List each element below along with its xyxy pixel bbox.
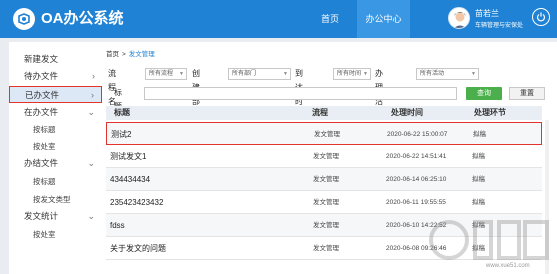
user-avatar[interactable]	[448, 7, 470, 29]
row-step: 拟稿	[472, 176, 485, 183]
table-row[interactable]: 测试2 发文管理 2020-06-22 15:00:07 拟稿	[106, 122, 542, 145]
row-step: 拟稿	[473, 131, 486, 138]
row-flow: 发文管理	[313, 199, 339, 206]
chevron-right-icon: ›	[91, 90, 94, 100]
arrive-time-select[interactable]: 所有时间 ▼	[333, 68, 371, 80]
nav-office-center[interactable]: 办公中心	[357, 0, 410, 38]
sidebar-item-label: 发文统计	[24, 211, 59, 221]
flow-select[interactable]: 所有流程 ▼	[145, 68, 187, 80]
sidebar-item-label: 按标题	[33, 177, 56, 186]
row-time: 2020-06-22 15:00:07	[387, 131, 448, 138]
title-search-input[interactable]	[144, 87, 457, 100]
sidebar-item-in-progress[interactable]: 在办文件 ⌄	[9, 104, 102, 121]
sidebar-item-label: 待办文件	[24, 71, 59, 81]
row-title[interactable]: 关于发文的问题	[110, 237, 166, 260]
row-time: 2020-06-22 14:51:41	[386, 153, 447, 160]
app-title: OA办公系统	[41, 10, 124, 27]
chevron-down-icon: ▼	[471, 71, 476, 77]
chevron-down-icon: ▼	[179, 71, 184, 77]
table-row[interactable]: 测试发文1 发文管理 2020-06-22 14:51:41 拟稿	[106, 145, 542, 168]
row-title[interactable]: 235423423432	[110, 191, 163, 214]
sidebar: 新建发文 待办文件 › 已办文件 › 在办文件 ⌄ 按标题 按处室 办结文件 ⌄…	[9, 42, 102, 274]
sidebar-item-label: 按发文类型	[33, 195, 71, 204]
user-name: 苗若兰	[475, 9, 499, 18]
sidebar-item-label: 已办文件	[25, 90, 60, 100]
row-flow: 发文管理	[313, 176, 339, 183]
sidebar-item-by-title[interactable]: 按标题	[9, 121, 102, 138]
logout-power-icon[interactable]	[532, 8, 550, 26]
sidebar-item-statistics[interactable]: 发文统计 ⌄	[9, 208, 102, 225]
row-title[interactable]: 434434434	[110, 168, 150, 191]
chevron-down-icon: ▼	[363, 71, 368, 77]
dept-select[interactable]: 所有部门 ▼	[228, 68, 291, 80]
chevron-right-icon: ›	[92, 71, 95, 81]
column-header-title: 标题	[114, 108, 130, 117]
sidebar-item-label: 新建发文	[24, 54, 59, 64]
sidebar-item-completed[interactable]: 办结文件 ⌄	[9, 155, 102, 172]
watermark-url: www.xue51.com	[486, 263, 530, 269]
row-step: 拟稿	[472, 153, 485, 160]
chevron-down-icon: ⌄	[87, 107, 95, 117]
row-flow: 发文管理	[314, 131, 340, 138]
nav-home[interactable]: 首页	[308, 0, 352, 38]
table-row[interactable]: 434434434 发文管理 2020-06-14 06:25:10 拟稿	[106, 168, 542, 191]
column-header-time: 处理时间	[391, 108, 423, 117]
chevron-down-icon: ⌄	[87, 211, 95, 221]
row-flow: 发文管理	[313, 245, 339, 252]
sidebar-item-completed-by-title[interactable]: 按标题	[9, 173, 102, 190]
sidebar-item-new-document[interactable]: 新建发文	[9, 51, 102, 68]
table-header: 标题 流程 处理时间 处理环节	[106, 106, 542, 120]
top-header: OA办公系统 首页 办公中心 苗若兰 车辆管理与安保处	[0, 0, 557, 38]
activity-select[interactable]: 所有活动 ▼	[416, 68, 479, 80]
flow-select-value: 所有流程	[149, 71, 174, 77]
arrive-time-value: 所有时间	[337, 71, 362, 77]
breadcrumb-current: 发文管理	[128, 51, 155, 58]
breadcrumb: 首页 > 发文管理	[106, 48, 155, 58]
column-header-step: 处理环节	[474, 108, 506, 117]
sidebar-item-done[interactable]: 已办文件 ›	[9, 86, 102, 103]
user-department: 车辆管理与安保处	[475, 23, 524, 29]
dept-select-value: 所有部门	[232, 71, 257, 77]
row-flow: 发文管理	[313, 222, 339, 229]
sidebar-item-label: 办结文件	[24, 158, 59, 168]
activity-select-value: 所有活动	[420, 71, 445, 77]
row-time: 2020-06-14 06:25:10	[386, 176, 447, 183]
chevron-down-icon: ⌄	[87, 158, 95, 168]
sidebar-item-label: 按标题	[33, 125, 56, 134]
sidebar-item-label: 在办文件	[24, 107, 59, 117]
sidebar-item-by-office[interactable]: 按处室	[9, 138, 102, 155]
breadcrumb-separator: >	[122, 51, 126, 58]
sidebar-item-label: 按处室	[33, 142, 56, 151]
sidebar-item-by-doc-type[interactable]: 按发文类型	[9, 191, 102, 208]
row-title[interactable]: 测试发文1	[110, 145, 146, 168]
breadcrumb-home[interactable]: 首页	[106, 51, 119, 58]
sidebar-item-stats-by-office[interactable]: 按处室	[9, 226, 102, 243]
column-header-flow: 流程	[312, 108, 328, 117]
reset-button[interactable]: 重置	[509, 87, 545, 100]
sidebar-item-pending[interactable]: 待办文件 ›	[9, 68, 102, 85]
row-title[interactable]: fdss	[110, 214, 125, 237]
chevron-down-icon: ▼	[283, 71, 288, 77]
sidebar-item-label: 按处室	[33, 230, 56, 239]
row-title[interactable]: 测试2	[111, 123, 131, 146]
app-logo-icon	[13, 8, 35, 30]
search-button[interactable]: 查询	[466, 87, 502, 100]
row-flow: 发文管理	[313, 153, 339, 160]
